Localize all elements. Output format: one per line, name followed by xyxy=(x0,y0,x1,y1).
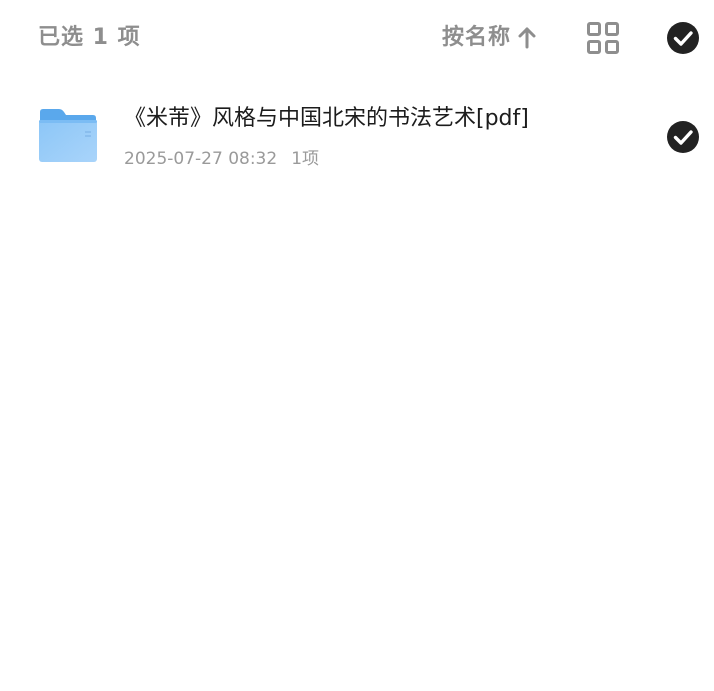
selection-toolbar: 已选 1 项 按名称 xyxy=(0,0,714,76)
file-name: 《米芾》风格与中国北宋的书法艺术[pdf] xyxy=(124,106,529,131)
arrow-up-icon xyxy=(518,27,536,49)
select-all-check-icon[interactable] xyxy=(666,21,700,55)
sort-by-name-button[interactable]: 按名称 xyxy=(442,22,537,54)
item-selected-check-icon[interactable] xyxy=(666,120,700,154)
grid-view-icon[interactable] xyxy=(586,21,620,55)
sort-label: 按名称 xyxy=(442,25,512,50)
file-meta: 2025-07-27 08:32 1项 xyxy=(124,146,319,172)
file-date: 2025-07-27 08:32 xyxy=(124,149,278,169)
file-selection-page: 已选 1 项 按名称 《米芾》风格与中国北宋的书法艺术[pdf] 2025-07… xyxy=(0,0,714,691)
file-list-item[interactable]: 《米芾》风格与中国北宋的书法艺术[pdf] 2025-07-27 08:32 1项 xyxy=(0,94,714,184)
file-item-count: 1项 xyxy=(291,149,320,169)
selected-count-label: 已选 1 项 xyxy=(38,25,141,50)
folder-icon xyxy=(39,109,97,162)
